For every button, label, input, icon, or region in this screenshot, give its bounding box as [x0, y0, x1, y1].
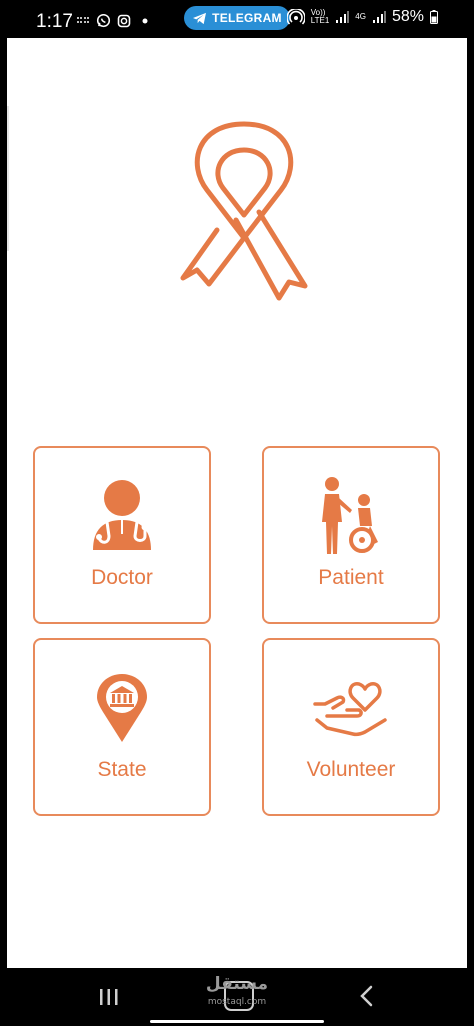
- doctor-icon: [93, 480, 151, 550]
- status-time: 1:17: [36, 11, 73, 32]
- volte-indicator: Vo)) LTE1: [310, 8, 330, 25]
- recent-apps-icon[interactable]: [98, 988, 120, 1006]
- patient-card[interactable]: Patient: [262, 446, 440, 624]
- awareness-ribbon-icon: [180, 121, 308, 301]
- patient-label: Patient: [318, 566, 384, 589]
- app-screen: Doctor Patient State Volunteer: [7, 38, 467, 968]
- dot-icon: [142, 18, 148, 23]
- state-card[interactable]: State: [33, 638, 211, 816]
- volunteer-card[interactable]: Volunteer: [262, 638, 440, 816]
- instagram-icon: [117, 14, 131, 27]
- home-indicator: [150, 1020, 324, 1023]
- hotspot-icon: [286, 9, 305, 25]
- volunteer-label: Volunteer: [306, 758, 396, 781]
- telegram-icon: [193, 12, 207, 24]
- edge-scroll-indicator: [7, 106, 9, 251]
- whatsapp-icon: [96, 13, 111, 28]
- telegram-pill-label: TELEGRAM: [212, 11, 282, 25]
- doctor-label: Doctor: [91, 566, 153, 589]
- doctor-card[interactable]: Doctor: [33, 446, 211, 624]
- state-label: State: [97, 758, 147, 781]
- signal-icon-2: [372, 11, 386, 23]
- telegram-notification-pill[interactable]: TELEGRAM: [184, 6, 290, 30]
- patient-wheelchair-icon: [322, 477, 378, 554]
- battery-icon: [430, 10, 438, 24]
- state-building-pin-icon: [97, 674, 147, 742]
- watermark-url: mostaql.com: [207, 997, 267, 1007]
- volunteer-heart-hand-icon: [313, 682, 387, 737]
- cast-icon: [77, 16, 89, 25]
- watermark-logo: مستقل: [205, 974, 269, 994]
- network-type-indicator: 4G: [355, 12, 366, 21]
- status-system-icons: Vo)) LTE1 4G 58%: [286, 8, 438, 26]
- signal-icon: [336, 11, 350, 23]
- system-navigation-bar: مستقل mostaql.com: [0, 968, 474, 1026]
- status-bar: 1:17 TELEGRAM Vo)) LTE1 4G 58%: [0, 0, 474, 38]
- status-notification-icons: [76, 13, 149, 28]
- battery-percentage: 58%: [391, 8, 424, 25]
- back-icon[interactable]: [358, 985, 374, 1007]
